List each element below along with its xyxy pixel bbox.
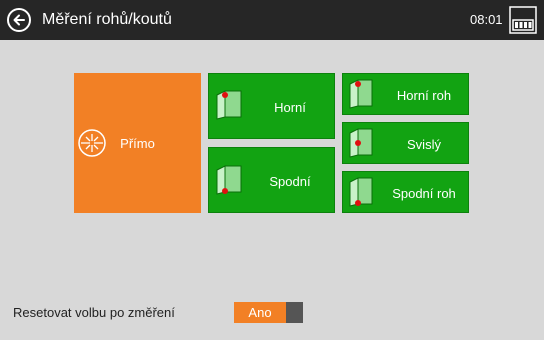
wall-top-icon — [216, 90, 242, 120]
tile-top-label: Horní — [274, 100, 306, 115]
title-bar: Měření rohů/koutů 08:01 — [0, 0, 544, 40]
battery-icon — [509, 6, 537, 34]
corner-vertical-icon — [349, 128, 373, 158]
tile-vertical-label: Svislý — [407, 137, 441, 152]
tile-vertical[interactable]: Svislý — [342, 122, 469, 164]
corner-top-icon — [349, 79, 373, 109]
tile-direct-label: Přímo — [120, 136, 155, 151]
wall-bottom-icon — [216, 165, 242, 195]
tile-direct[interactable]: Přímo — [74, 73, 201, 213]
tile-top[interactable]: Horní — [208, 73, 335, 139]
back-button[interactable] — [7, 8, 31, 32]
page-title: Měření rohů/koutů — [42, 11, 172, 28]
tile-bottom-corner[interactable]: Spodní roh — [342, 171, 469, 213]
toggle-thumb[interactable] — [286, 302, 303, 323]
tile-bottom-corner-label: Spodní roh — [392, 186, 456, 201]
tile-bottom-label: Spodní — [269, 174, 311, 189]
reset-setting-label: Resetovat volbu po změření — [13, 305, 175, 320]
tile-top-corner-label: Horní roh — [396, 88, 452, 103]
arrow-left-icon — [13, 14, 25, 26]
reset-toggle-value: Ano — [234, 302, 286, 323]
clock: 08:01 — [470, 12, 503, 27]
corner-bottom-icon — [349, 177, 373, 207]
reset-toggle[interactable]: Ano — [234, 302, 303, 323]
tile-top-corner[interactable]: Horní roh — [342, 73, 469, 115]
tile-bottom[interactable]: Spodní — [208, 147, 335, 213]
